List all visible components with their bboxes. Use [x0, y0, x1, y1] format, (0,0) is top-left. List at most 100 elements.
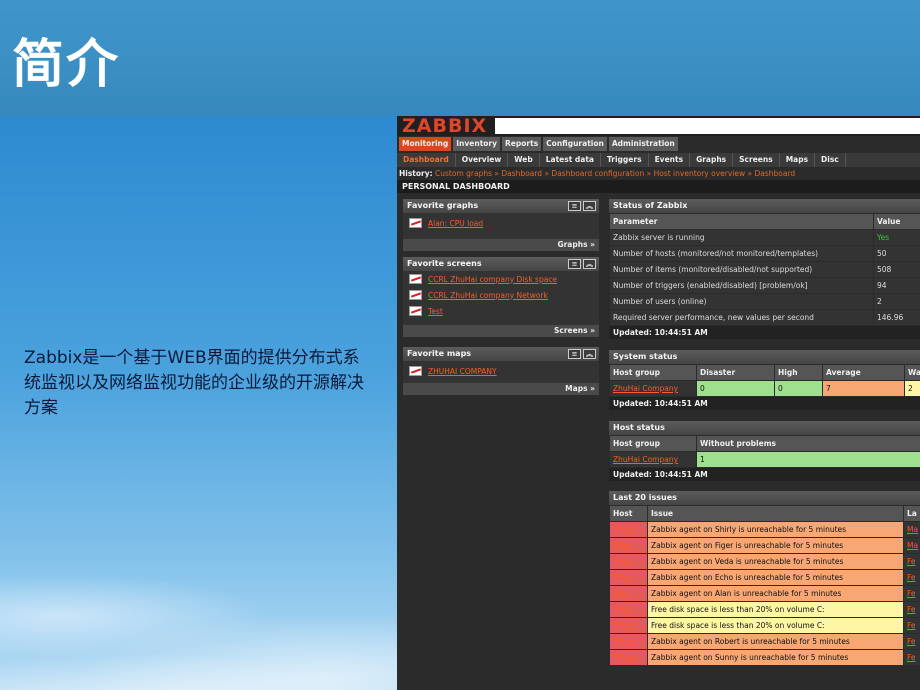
- issue-description[interactable]: Zabbix agent on Figer is unreachable for…: [647, 537, 904, 554]
- host-group-link[interactable]: ZhuHai Company: [609, 451, 697, 468]
- menu-monitoring[interactable]: Monitoring: [399, 137, 452, 151]
- issue-description[interactable]: Free disk space is less than 20% on volu…: [647, 601, 904, 618]
- issue-description[interactable]: Zabbix agent on Sunny is unreachable for…: [647, 649, 904, 666]
- column-header: La: [903, 505, 920, 522]
- issue-host-link[interactable]: Alan: [609, 585, 648, 602]
- table-row: Shirly Free disk space is less than 20% o…: [609, 617, 920, 634]
- menu-icon[interactable]: ≡: [568, 201, 581, 211]
- history-links[interactable]: Custom graphs » Dashboard » Dashboard co…: [435, 169, 795, 178]
- issue-last-change[interactable]: Fe: [903, 569, 920, 586]
- menu-icon[interactable]: ≡: [568, 349, 581, 359]
- issue-description[interactable]: Free disk space is less than 20% on volu…: [647, 617, 904, 634]
- screen-icon: [409, 306, 422, 316]
- menu-administration[interactable]: Administration: [608, 137, 678, 151]
- submenu-overview[interactable]: Overview: [456, 153, 509, 167]
- favorite-graph-item[interactable]: Alan: CPU load: [403, 213, 599, 233]
- favorite-graphs-widget: Favorite graphs ≡ ︽ Alan: CPU load Graphs…: [403, 199, 599, 251]
- issue-host-link[interactable]: Figer: [609, 537, 648, 554]
- status-of-zabbix-header: Status of Zabbix: [609, 199, 920, 213]
- system-status-header: System status: [609, 350, 920, 364]
- intro-text: Zabbix是一个基于WEB界面的提供分布式系统监视以及网络监视功能的企业级的开…: [24, 348, 364, 418]
- favorite-screen-item[interactable]: Test: [403, 303, 599, 319]
- graphs-footer-link[interactable]: Graphs »: [403, 239, 599, 251]
- issue-host-link[interactable]: Echo: [609, 569, 648, 586]
- table-row: Alan Zabbix agent on Alan is unreachable …: [609, 585, 920, 602]
- favorite-screen-link[interactable]: CCRL ZhuHai company Network: [428, 291, 548, 300]
- zabbix-logo[interactable]: ZABBIX: [399, 116, 490, 136]
- submenu-events[interactable]: Events: [649, 153, 691, 167]
- issue-host-link[interactable]: Shirly: [609, 521, 648, 538]
- table-row: Veda Zabbix agent on Veda is unreachable …: [609, 553, 920, 570]
- issue-host-link[interactable]: Veda: [609, 601, 648, 618]
- submenu-web[interactable]: Web: [508, 153, 540, 167]
- favorite-screen-item[interactable]: CCRL ZhuHai company Network: [403, 287, 599, 303]
- issue-last-change[interactable]: Fe: [903, 617, 920, 634]
- submenu-screens[interactable]: Screens: [733, 153, 780, 167]
- issue-description[interactable]: Zabbix agent on Robert is unreachable fo…: [647, 633, 904, 650]
- issue-host-link[interactable]: Veda: [609, 553, 648, 570]
- favorite-screen-item[interactable]: CCRL ZhuHai company Disk space: [403, 271, 599, 287]
- system-status-widget: System status Host group Disaster High A…: [609, 350, 920, 410]
- issues-table: Host Issue La Shirly Zabbix agent on Shir…: [609, 505, 920, 666]
- favorite-graph-link[interactable]: Alan: CPU load: [428, 219, 483, 228]
- screen-icon: [409, 274, 422, 284]
- menu-inventory[interactable]: Inventory: [453, 137, 501, 151]
- favorite-map-link[interactable]: ZHUHAI COMPANY: [428, 367, 497, 376]
- dashboard-title: PERSONAL DASHBOARD: [397, 180, 920, 193]
- screens-footer-link[interactable]: Screens »: [403, 325, 599, 337]
- submenu-triggers[interactable]: Triggers: [601, 153, 649, 167]
- submenu-graphs[interactable]: Graphs: [690, 153, 734, 167]
- issue-host-link[interactable]: Robert: [609, 633, 648, 650]
- last-issues-widget: Last 20 issues Host Issue La Shirly Zabbi…: [609, 491, 920, 666]
- collapse-icon[interactable]: ︽: [583, 349, 596, 359]
- column-header: Without problems: [696, 435, 920, 452]
- issue-description[interactable]: Zabbix agent on Shirly is unreachable fo…: [647, 521, 904, 538]
- host-group-link[interactable]: ZhuHai Company: [609, 380, 697, 397]
- issue-description[interactable]: Zabbix agent on Echo is unreachable for …: [647, 569, 904, 586]
- table-row: ZhuHai Company 1: [609, 451, 920, 468]
- column-header: High: [774, 364, 823, 381]
- menu-configuration[interactable]: Configuration: [543, 137, 607, 151]
- submenu-latest-data[interactable]: Latest data: [540, 153, 601, 167]
- issue-last-change[interactable]: Fe: [903, 633, 920, 650]
- submenu-dashboard[interactable]: Dashboard: [397, 153, 456, 167]
- main-menu: Monitoring Inventory Reports Configurati…: [399, 137, 678, 151]
- graph-icon: [409, 218, 422, 228]
- param-cell: Number of triggers (enabled/disabled) [p…: [609, 277, 874, 294]
- map-icon: [409, 366, 422, 376]
- updated-timestamp: Updated: 10:44:51 AM: [609, 468, 920, 481]
- table-row: Number of triggers (enabled/disabled) [p…: [609, 277, 920, 294]
- submenu-maps[interactable]: Maps: [780, 153, 816, 167]
- issue-description[interactable]: Zabbix agent on Alan is unreachable for …: [647, 585, 904, 602]
- collapse-icon[interactable]: ︽: [583, 259, 596, 269]
- warning-count[interactable]: 2: [904, 380, 920, 397]
- zabbix-topbar: ZABBIX: [397, 116, 920, 136]
- host-status-table: Host group Without problems ZhuHai Compa…: [609, 435, 920, 468]
- value-cell: 2: [873, 293, 920, 310]
- favorite-screen-link[interactable]: Test: [428, 307, 443, 316]
- menu-reports[interactable]: Reports: [502, 137, 542, 151]
- issue-description[interactable]: Zabbix agent on Veda is unreachable for …: [647, 553, 904, 570]
- maps-footer-link[interactable]: Maps »: [403, 383, 599, 395]
- issue-last-change[interactable]: Fe: [903, 585, 920, 602]
- favorite-screen-link[interactable]: CCRL ZhuHai company Disk space: [428, 275, 557, 284]
- menu-icon[interactable]: ≡: [568, 259, 581, 269]
- issue-host-link[interactable]: Shirly: [609, 617, 648, 634]
- table-row: Echo Zabbix agent on Echo is unreachable …: [609, 569, 920, 586]
- table-row: ZhuHai Company 0 0 7 2: [609, 380, 920, 397]
- favorite-screens-widget: Favorite screens ≡ ︽ CCRL ZhuHai company …: [403, 257, 599, 337]
- slide: 简介 Zabbix是一个基于WEB界面的提供分布式系统监视以及网络监视功能的企业…: [0, 0, 920, 690]
- issue-host-link[interactable]: Sunny: [609, 649, 648, 666]
- column-header: Wa: [904, 364, 920, 381]
- submenu-discovery[interactable]: Disc: [815, 153, 846, 167]
- favorite-map-item[interactable]: ZHUHAI COMPANY: [403, 361, 599, 381]
- status-table: Parameter Value Zabbix server is running…: [609, 213, 920, 326]
- average-count[interactable]: 7: [822, 380, 905, 397]
- issue-last-change[interactable]: Fe: [903, 601, 920, 618]
- favorite-maps-header: Favorite maps ≡ ︽: [403, 347, 599, 361]
- issue-last-change[interactable]: Ma: [903, 521, 920, 538]
- issue-last-change[interactable]: Ma: [903, 537, 920, 554]
- collapse-icon[interactable]: ︽: [583, 201, 596, 211]
- issue-last-change[interactable]: Fe: [903, 649, 920, 666]
- issue-last-change[interactable]: Fe: [903, 553, 920, 570]
